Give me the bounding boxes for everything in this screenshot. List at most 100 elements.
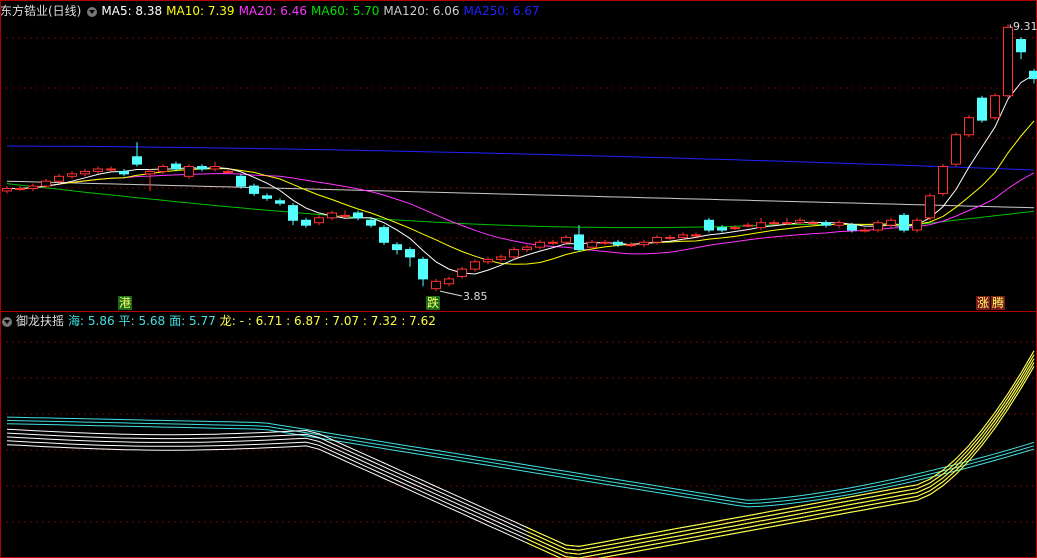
candle-body xyxy=(951,134,961,165)
candle-body xyxy=(886,219,896,226)
candle-body xyxy=(444,278,454,285)
long-line xyxy=(6,366,1035,558)
candle-body xyxy=(366,219,376,226)
candle-body xyxy=(15,188,25,191)
legend-ping: 平: 5.68 xyxy=(118,314,166,328)
candle-body xyxy=(470,261,480,270)
candle-body xyxy=(730,227,740,230)
legend-ma5: MA5: 8.38 xyxy=(101,4,163,18)
candle-body xyxy=(548,241,558,244)
marker-die: 跌 xyxy=(426,296,440,310)
candle-body xyxy=(496,256,506,260)
indicator-title[interactable]: 御龙扶摇 xyxy=(16,314,64,328)
candle-body xyxy=(873,222,883,231)
candle-body xyxy=(652,236,662,243)
candle-body xyxy=(158,166,168,172)
low-pointer xyxy=(439,290,463,297)
candle-body xyxy=(834,222,844,226)
candle-body xyxy=(522,246,532,251)
marker-gang: 港 xyxy=(118,296,132,310)
legend-ma20: MA20: 6.46 xyxy=(238,4,307,18)
ma5-line xyxy=(7,74,1035,275)
candle-body xyxy=(236,175,246,187)
candle-body xyxy=(54,175,64,182)
candle-body xyxy=(262,195,272,199)
candle-body xyxy=(2,188,12,192)
legend-ma120: MA120: 6.06 xyxy=(383,4,460,18)
candle-body xyxy=(821,222,831,226)
candle-body xyxy=(379,227,389,243)
ma120-line xyxy=(6,180,1035,209)
candle-body xyxy=(912,219,922,231)
candle-body xyxy=(145,170,155,175)
legend-hai: 海: 5.86 xyxy=(68,314,115,328)
candle-body xyxy=(119,170,129,175)
candle-body xyxy=(795,219,805,224)
candle-body xyxy=(665,236,675,239)
long-line xyxy=(6,354,1035,551)
candle-body xyxy=(210,166,220,170)
candle-body xyxy=(743,224,753,227)
candle-body xyxy=(574,234,584,251)
candle-body xyxy=(678,234,688,238)
ma60-line xyxy=(6,183,1035,229)
high-price-label: 9.31 xyxy=(1013,20,1037,33)
candle-body xyxy=(1016,39,1026,53)
panel1-header: 东方锆业(日线) MA5: 8.38 MA10: 7.39 MA20: 6.46 MA6… xyxy=(0,2,544,20)
candle-body xyxy=(964,117,974,136)
candle-body xyxy=(392,244,402,251)
dropdown-icon[interactable] xyxy=(2,316,12,327)
candle-body xyxy=(847,224,857,231)
candle-body xyxy=(197,166,207,170)
candle-body xyxy=(93,168,103,172)
chart-frame xyxy=(0,0,1037,558)
candle-body xyxy=(41,180,51,187)
candle-body xyxy=(899,214,909,231)
candle-body xyxy=(535,241,545,248)
candle-body xyxy=(483,258,493,263)
candle-body xyxy=(405,249,415,258)
candle-body xyxy=(977,97,987,121)
candle-body xyxy=(925,195,935,219)
candle-body xyxy=(704,219,714,231)
candle-body xyxy=(990,95,1000,119)
candle-body xyxy=(301,219,311,226)
candle-body xyxy=(80,170,90,175)
candle-body xyxy=(28,185,38,190)
panel2-header: 御龙扶摇 海: 5.86 平: 5.68 面: 5.77 龙: - : 6.71 : 6… xyxy=(0,312,440,330)
chart-stage: 东方锆业(日线) MA5: 8.38 MA10: 7.39 MA20: 6.46 MA6… xyxy=(0,0,1037,558)
candle-body xyxy=(1029,70,1037,80)
low-price-label: 3.85 xyxy=(463,290,488,303)
candle-body xyxy=(860,229,870,232)
candle-body xyxy=(1003,26,1013,97)
stock-title[interactable]: 东方锆业(日线) xyxy=(0,4,81,18)
kline-chart-svg xyxy=(0,0,1037,558)
dropdown-icon[interactable] xyxy=(87,6,98,17)
candle-body xyxy=(808,222,818,225)
legend-mian: 面: 5.77 xyxy=(169,314,216,328)
candle-body xyxy=(249,185,259,194)
legend-ma250: MA250: 6.67 xyxy=(463,4,540,18)
marker-zhang: 涨 xyxy=(976,296,990,310)
candle-body xyxy=(938,166,948,194)
long-line-yellow xyxy=(526,366,1035,558)
candle-body xyxy=(314,217,324,224)
candle-body xyxy=(769,222,779,225)
candle-body xyxy=(67,173,77,177)
legend-long: 龙: - : 6.71 : 6.87 : 7.07 : 7.32 : 7.62 xyxy=(219,314,436,328)
legend-ma10: MA10: 7.39 xyxy=(166,4,235,18)
candle-body xyxy=(587,241,597,248)
candle-body xyxy=(223,170,233,173)
candle-body xyxy=(691,234,701,237)
legend-ma60: MA60: 5.70 xyxy=(311,4,380,18)
candle-body xyxy=(171,163,181,170)
candle-body xyxy=(626,244,636,247)
long-line xyxy=(6,350,1035,547)
marker-teng: 腾 xyxy=(991,296,1005,310)
candle-body xyxy=(132,156,142,165)
sea-line xyxy=(6,423,1035,508)
candle-body xyxy=(457,268,467,277)
candle-body xyxy=(509,249,519,258)
candle-body xyxy=(782,222,792,225)
candle-body xyxy=(600,241,610,244)
